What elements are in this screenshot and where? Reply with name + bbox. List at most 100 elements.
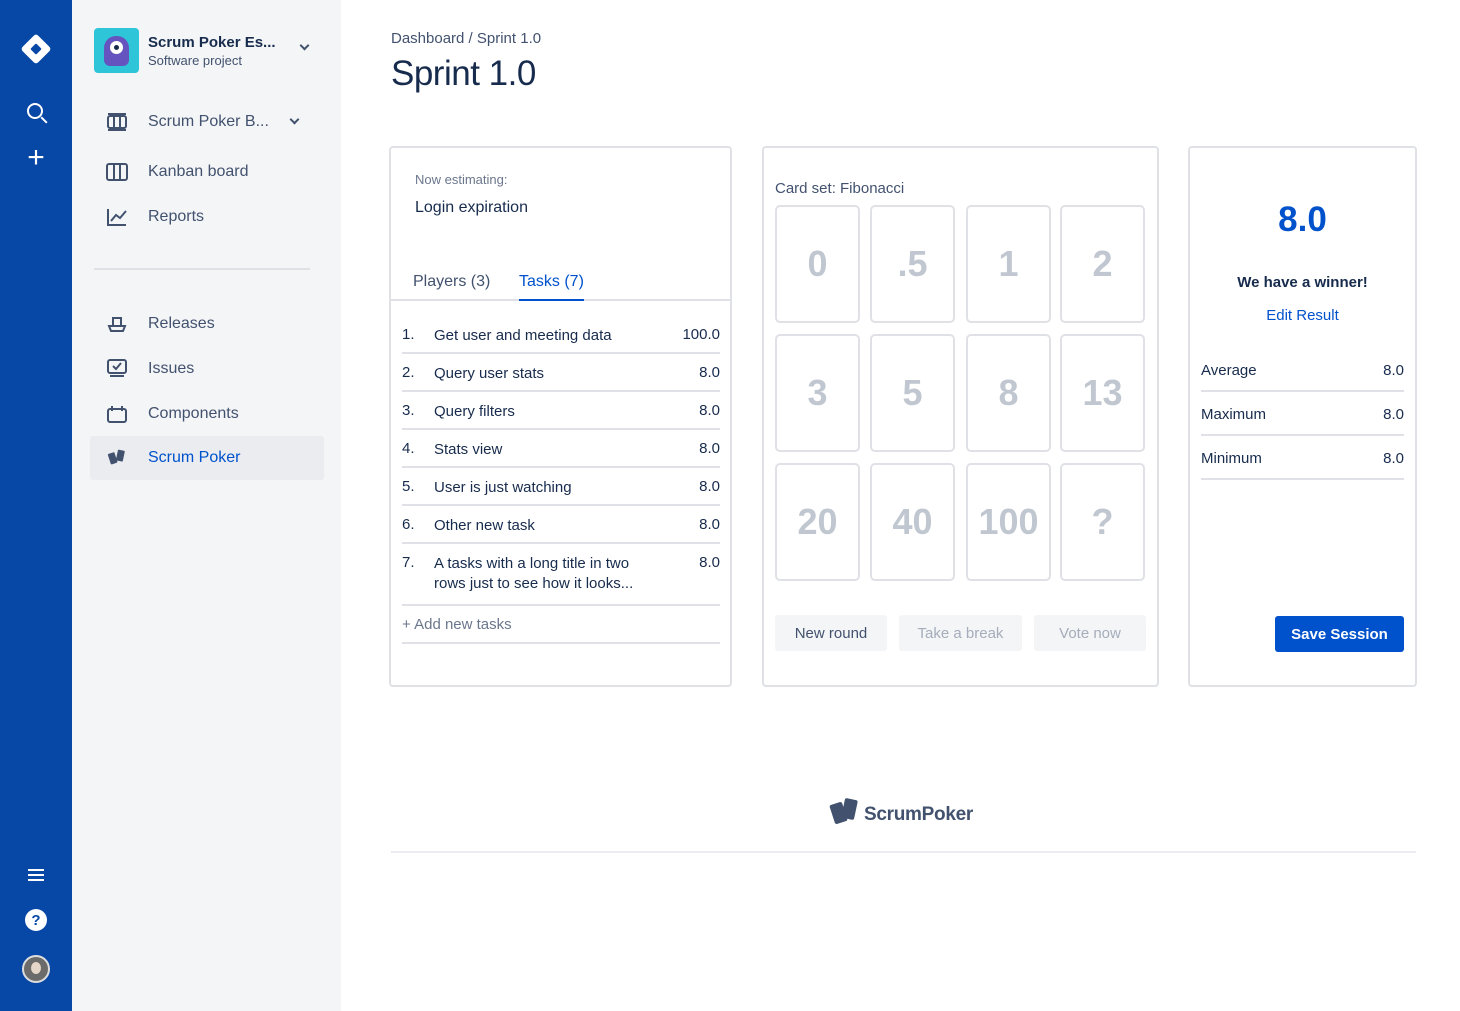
now-estimating-label: Now estimating: bbox=[415, 172, 508, 187]
cards-panel: Card set: Fibonacci 0 .5 1 2 3 5 8 13 20… bbox=[762, 146, 1159, 687]
scrumpoker-logo-icon bbox=[828, 799, 860, 831]
stat-row: Minimum 8.0 bbox=[1201, 436, 1404, 480]
project-header[interactable]: Scrum Poker Es... Software project bbox=[94, 26, 324, 74]
project-type: Software project bbox=[148, 53, 242, 68]
sidebar-item-kanban[interactable]: Kanban board bbox=[90, 150, 324, 194]
sidebar-item-label: Issues bbox=[148, 360, 195, 377]
result-stats: Average 8.0 Maximum 8.0 Minimum 8.0 bbox=[1201, 348, 1404, 480]
sidebar-item-label: Scrum Poker B... bbox=[148, 113, 269, 130]
add-task-button[interactable]: + Add new tasks bbox=[402, 606, 720, 644]
new-round-button[interactable]: New round bbox=[775, 615, 887, 651]
sidebar-item-issues[interactable]: Issues bbox=[90, 347, 324, 391]
poker-card[interactable]: 40 bbox=[870, 463, 955, 581]
sidebar-item-scrum-poker[interactable]: Scrum Poker bbox=[90, 436, 324, 480]
save-session-button[interactable]: Save Session bbox=[1275, 616, 1404, 652]
stat-value: 8.0 bbox=[1383, 362, 1404, 379]
stat-value: 8.0 bbox=[1383, 406, 1404, 423]
task-points: 8.0 bbox=[699, 516, 720, 533]
winner-message: We have a winner! bbox=[1237, 274, 1368, 291]
menu-icon[interactable] bbox=[18, 857, 54, 893]
sidebar-item-label: Releases bbox=[148, 315, 215, 332]
search-icon[interactable] bbox=[18, 94, 54, 130]
chevron-down-icon[interactable] bbox=[299, 40, 310, 51]
poker-card[interactable]: 13 bbox=[1060, 334, 1145, 452]
task-number: 2. bbox=[402, 364, 415, 381]
task-points: 8.0 bbox=[699, 440, 720, 457]
chevron-down-icon[interactable] bbox=[289, 114, 300, 125]
result-value: 8.0 bbox=[1278, 200, 1327, 239]
sidebar-item-board[interactable]: Scrum Poker B... bbox=[90, 100, 324, 144]
task-name: A tasks with a long title in two rows ju… bbox=[434, 555, 634, 592]
project-avatar bbox=[94, 28, 139, 73]
task-name: Other new task bbox=[434, 517, 535, 534]
plus-icon[interactable]: + bbox=[18, 140, 54, 176]
edit-result-link[interactable]: Edit Result bbox=[1190, 307, 1415, 324]
poker-card[interactable]: 5 bbox=[870, 334, 955, 452]
scrumpoker-logo: ScrumPoker bbox=[828, 797, 973, 833]
task-name: User is just watching bbox=[434, 479, 572, 496]
sidebar-item-components[interactable]: Components bbox=[90, 392, 324, 436]
issues-icon bbox=[107, 359, 127, 377]
vote-now-button[interactable]: Vote now bbox=[1034, 615, 1146, 651]
help-icon[interactable]: ? bbox=[18, 902, 54, 938]
footer-brand: ScrumPoker bbox=[864, 804, 973, 825]
tasks-panel: Now estimating: Login expiration Players… bbox=[389, 146, 732, 687]
poker-card[interactable]: .5 bbox=[870, 205, 955, 323]
stat-value: 8.0 bbox=[1383, 450, 1404, 467]
poker-card[interactable]: ? bbox=[1060, 463, 1145, 581]
poker-card[interactable]: 1 bbox=[966, 205, 1051, 323]
task-number: 5. bbox=[402, 478, 415, 495]
sidebar-item-reports[interactable]: Reports bbox=[90, 195, 324, 239]
project-sidebar: Scrum Poker Es... Software project Scrum… bbox=[72, 0, 341, 1011]
task-list: 1. Get user and meeting data 100.0 2. Query… bbox=[402, 316, 720, 644]
jira-logo-icon[interactable] bbox=[18, 31, 54, 67]
global-nav: + ? bbox=[0, 0, 72, 1011]
add-task-label: + Add new tasks bbox=[402, 616, 512, 633]
poker-card[interactable]: 2 bbox=[1060, 205, 1145, 323]
stat-label: Average bbox=[1201, 362, 1257, 379]
result-panel: 8.0 We have a winner! Edit Result Averag… bbox=[1188, 146, 1417, 687]
task-number: 1. bbox=[402, 326, 415, 343]
poker-card[interactable]: 3 bbox=[775, 334, 860, 452]
task-name: Query user stats bbox=[434, 365, 545, 382]
task-number: 7. bbox=[402, 554, 415, 571]
sidebar-divider bbox=[94, 268, 310, 270]
scrum-poker-icon bbox=[107, 449, 125, 465]
stat-row: Average 8.0 bbox=[1201, 348, 1404, 392]
task-number: 3. bbox=[402, 402, 415, 419]
poker-card[interactable]: 20 bbox=[775, 463, 860, 581]
task-name: Query filters bbox=[434, 403, 515, 420]
task-points: 100.0 bbox=[682, 326, 720, 343]
reports-icon bbox=[107, 209, 127, 226]
table-row[interactable]: 4. Stats view 8.0 bbox=[402, 430, 720, 468]
table-row[interactable]: 7. A tasks with a long title in two rows … bbox=[402, 544, 720, 606]
table-row[interactable]: 3. Query filters 8.0 bbox=[402, 392, 720, 430]
task-points: 8.0 bbox=[699, 478, 720, 495]
tab-tasks[interactable]: Tasks (7) bbox=[519, 273, 584, 301]
table-row[interactable]: 5. User is just watching 8.0 bbox=[402, 468, 720, 506]
poker-card[interactable]: 100 bbox=[966, 463, 1051, 581]
releases-icon bbox=[107, 317, 127, 332]
table-row[interactable]: 1. Get user and meeting data 100.0 bbox=[402, 316, 720, 354]
board-icon bbox=[107, 113, 127, 131]
stat-label: Minimum bbox=[1201, 450, 1262, 467]
sidebar-item-label: Scrum Poker bbox=[148, 449, 241, 466]
task-points: 8.0 bbox=[699, 554, 720, 571]
task-name: Stats view bbox=[434, 441, 503, 458]
user-avatar[interactable] bbox=[18, 951, 54, 987]
stat-label: Maximum bbox=[1201, 406, 1267, 423]
page-title: Sprint 1.0 bbox=[391, 54, 536, 93]
poker-card[interactable]: 8 bbox=[966, 334, 1051, 452]
kanban-icon bbox=[106, 163, 128, 181]
take-break-button[interactable]: Take a break bbox=[899, 615, 1022, 651]
task-points: 8.0 bbox=[699, 364, 720, 381]
panel-tabs: Players (3) Tasks (7) bbox=[391, 268, 730, 301]
table-row[interactable]: 2. Query user stats 8.0 bbox=[402, 354, 720, 392]
tab-players[interactable]: Players (3) bbox=[413, 273, 490, 299]
table-row[interactable]: 6. Other new task 8.0 bbox=[402, 506, 720, 544]
components-icon bbox=[107, 406, 127, 423]
task-name: Get user and meeting data bbox=[434, 327, 612, 344]
breadcrumb[interactable]: Dashboard / Sprint 1.0 bbox=[391, 30, 541, 47]
poker-card[interactable]: 0 bbox=[775, 205, 860, 323]
sidebar-item-releases[interactable]: Releases bbox=[90, 302, 324, 346]
